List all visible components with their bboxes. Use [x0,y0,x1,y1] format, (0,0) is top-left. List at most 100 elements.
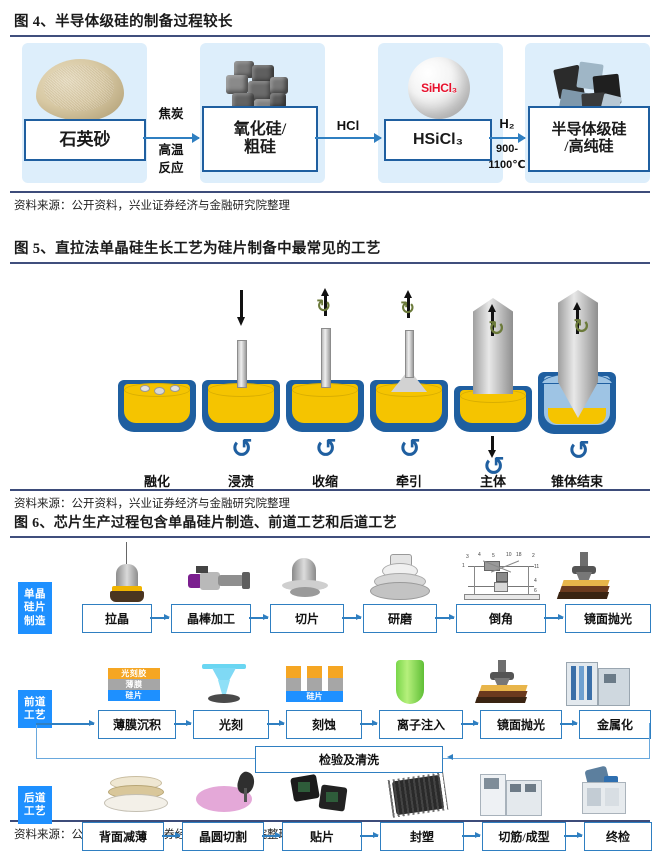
figure-4-box-semigrade-si: 半导体级硅 /高纯硅 [528,106,650,172]
rotation-icon: ↺ [231,434,253,464]
figure-5-label-body: 主体 [479,474,506,489]
bevel-number-5: 5 [492,553,495,559]
figure-4-transition-1-line3: 反应 [158,161,184,176]
figure-6-feedback-bottom-right [440,758,650,760]
figure-6-step-deposition: 薄膜沉积 [98,710,176,739]
figure-6-step-slicing: 切片 [270,604,344,633]
figure-5-label-crown: 牵引 [395,474,422,489]
figure-6-step-metallization: 金属化 [579,710,651,739]
figure-6-feedback-into-deposition [36,720,95,726]
figure-4-box-quartz-sand-label: 石英砂 [59,130,111,150]
figure-4-transition-1-line1: 焦炭 [158,107,184,121]
figure-4-box-quartz-sand: 石英砂 [24,119,146,161]
wafer-thinning-icon [102,776,168,820]
film-stack-layer-wafer: 硅片 [108,690,160,701]
figure-5: 图 5、直拉法单晶硅生长工艺为硅片制备中最常见的工艺 ↺ ↺ ↻ ↺ ↻ ↻ ↺… [0,237,660,511]
down-arrow-head [237,317,245,326]
figure-6-step-mirror-polish-1: 镜面抛光 [565,604,651,633]
figure-4-box-silica: 氧化硅/ 粗硅 [202,106,318,172]
bevel-number-2: 2 [532,553,535,559]
down-arrow-shaft [240,290,243,318]
etch-wafer-label: 硅片 [306,692,323,701]
figure-4-transition-3-line1: H₂ [499,116,515,131]
film-stack-layer-photoresist: 光刻胶 [108,668,160,679]
figure-4-transition-1-line2: 高温 [158,143,184,158]
lapping-machine-icon [370,554,430,602]
report-page: 图 4、半导体级硅的制备过程较长 SiHCl₃ 石英砂 氧化硅/ 粗硅 HSiC… [0,0,660,851]
final-test-machine-icon [578,765,636,818]
cmp-polisher-icon [475,660,532,706]
polisher-icon [556,552,614,602]
etch-pattern-icon: 硅片 [286,666,344,706]
figure-6-row1-arrow-5 [544,614,564,620]
figure-6-row1-arrow-4 [435,614,455,620]
figure-6-row1-arrow-2 [249,614,269,620]
figure-6-step-ingot-machining: 晶棒加工 [171,604,251,633]
figure-6-step-lithography: 光刻 [193,710,269,739]
molded-package-icon [387,772,450,818]
figure-6-row3-arrow-3 [360,832,379,838]
figure-4-source: 资料来源：公开资料，兴业证券经济与金融研究院整理 [14,199,290,212]
figure-6-step-lapping: 研磨 [363,604,437,633]
figure-6-title: 图 6、芯片生产过程包含单晶硅片制造、前道工艺和后道工艺 [14,516,397,531]
figure-6: 图 6、芯片生产过程包含单晶硅片制造、前道工艺和后道工艺 单晶 硅片 制造 3 … [0,512,660,851]
figure-4-box-semigrade-si-label-1: 半导体级硅 [551,121,627,138]
figure-6-row3-arrow-2 [262,832,281,838]
crystal-puller-icon [108,542,152,602]
figure-5-diagram: ↺ ↺ ↻ ↺ ↻ ↻ ↺ ↻ ↺ 融化 浸渍 收缩 牵引 主体 锥体结束 [10,268,650,489]
bevel-number-18: 18 [516,552,522,558]
figure-4-box-silica-label-2: 粗硅 [243,139,276,156]
figure-6-row2-arrow-3 [360,720,378,726]
figure-6-step-wafer-dicing: 晶圆切割 [182,822,264,851]
quartz-sand-icon [36,59,124,121]
figure-4-transition-3: H₂ 900- 1100℃ [486,115,528,174]
figure-6-step-bevel: 倒角 [456,604,546,633]
figure-6-step-mirror-polish-2: 镜面抛光 [480,710,562,739]
figure-6-step-molding: 封塑 [380,822,464,851]
bevel-number-6: 6 [534,588,537,594]
figure-6-step-backgrinding: 背面减薄 [82,822,164,851]
figure-5-source: 资料来源：公开资料，兴业证券经济与金融研究院整理 [14,497,290,510]
figure-6-row2-arrow-4 [461,720,479,726]
figure-4-transition-2-line1: HCl [336,118,360,133]
bevel-number-4b: 4 [534,578,537,584]
figure-6-row2-arrow-5 [560,720,578,726]
figure-6-title-rule [10,536,650,538]
bevel-number-3: 3 [466,554,469,560]
bevel-number-4: 4 [478,552,481,558]
lithography-beam-icon [196,662,252,706]
sihcl3-bubble-label: SiHCl₃ [421,81,457,95]
figure-4-transition-1: 焦炭 高温 反应 [143,105,199,177]
figure-4-transition-2: HCl [315,117,381,136]
trim-form-machine-icon [480,770,542,818]
figure-4-title-rule [10,35,650,37]
figure-5-title: 图 5、直拉法单晶硅生长工艺为硅片制备中最常见的工艺 [14,241,381,257]
metallization-tool-icon [566,660,630,706]
film-stack-icon: 光刻胶 薄膜 硅片 [108,668,160,701]
bevel-number-10: 10 [506,552,512,558]
ingot-grinder-icon [188,562,252,598]
figure-4: 图 4、半导体级硅的制备过程较长 SiHCl₃ 石英砂 氧化硅/ 粗硅 HSiC… [0,10,660,213]
seed-rotation-icon: ↻ [316,296,332,317]
wafer-dicing-icon [196,770,264,818]
figure-6-step-pulling: 拉晶 [82,604,152,633]
film-stack-layer-film: 薄膜 [108,679,160,690]
figure-6-row1-arrow-1 [150,614,170,620]
die-attach-icon [290,772,356,816]
figure-6-row-label-wafer-mfg: 单晶 硅片 制造 [18,582,52,634]
figure-6-step-trim-form: 切筋/成型 [482,822,566,851]
figure-4-transition-3-line2: 900- [495,142,519,155]
figure-4-box-semigrade-si-label-2: /高纯硅 [564,139,614,155]
figure-4-transition-3-line3: 1100℃ [488,158,526,171]
figure-6-step-inspection-clean: 检验及清洗 [255,746,443,773]
figure-5-label-tail: 锥体结束 [550,474,603,489]
figure-6-feedback-right [649,723,651,759]
figure-6-row1-arrow-3 [342,614,362,620]
figure-6-feedback-left [36,723,38,759]
figure-6-row-label-back-end: 后道 工艺 [18,786,52,824]
figure-6-step-ion-implant: 离子注入 [379,710,463,739]
figure-5-label-neck: 收缩 [311,474,338,489]
figure-4-box-hsicl3-label: HSiCl₃ [412,130,464,148]
figure-6-diagram: 单晶 硅片 制造 3 4 5 10 18 2 1 11 4 6 拉晶 晶棒加工 … [10,540,652,851]
figure-6-row2-arrow-2 [267,720,285,726]
